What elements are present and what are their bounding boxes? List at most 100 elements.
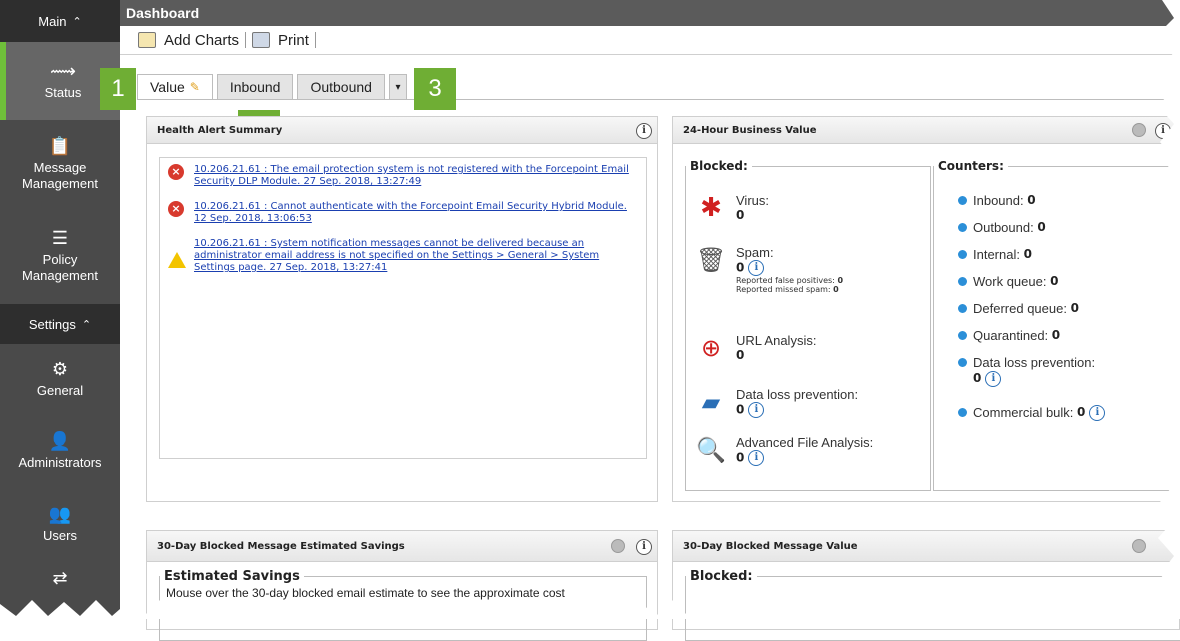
folder-lock-icon: ▰ [701, 388, 721, 416]
counter-value: 0 [1037, 220, 1046, 234]
alert-link[interactable]: 10.206.21.61 : Cannot authenticate with … [194, 201, 638, 225]
counter-value: 0 [1027, 193, 1036, 207]
file-search-icon: 🔍 [696, 436, 726, 464]
tab-outbound[interactable]: Outbound [297, 74, 385, 100]
sidebar-item-policy-management[interactable]: ☰ Policy Management [0, 208, 120, 304]
add-charts-label: Add Charts [164, 31, 240, 49]
info-icon[interactable]: i [748, 450, 765, 466]
counter-label: Outbound: [973, 220, 1034, 235]
gear-icon[interactable] [1132, 123, 1146, 137]
counter-label: Deferred queue: [973, 301, 1067, 316]
counter-item: Data loss prevention: 0 i [958, 355, 1095, 387]
info-icon[interactable]: i [985, 370, 1002, 387]
blocked-label: Virus: [736, 193, 769, 208]
info-icon[interactable]: i [748, 402, 765, 418]
sidebar-item-general[interactable]: ⚙ General [0, 344, 120, 414]
info-icon[interactable]: i [1089, 405, 1106, 421]
false-positives-label: Reported false positives: [736, 276, 835, 285]
bullet-icon [958, 331, 967, 340]
arrows-icon: ⇄ [52, 568, 68, 588]
counters-group: Counters: Inbound: 0 Outbound: 0 Interna… [933, 159, 1180, 491]
bullet-icon [958, 196, 967, 205]
counter-label: Work queue: [973, 274, 1047, 289]
panel-header: 30-Day Blocked Message Value [673, 531, 1179, 562]
warning-icon [168, 238, 186, 268]
blocked-value-legend: Blocked: [690, 569, 753, 584]
blocked-url-analysis: ⊕ URL Analysis: 0 [696, 333, 817, 363]
toolbar-divider [314, 32, 316, 48]
torn-edge-bottom [0, 600, 1180, 619]
blocked-label: Advanced File Analysis: [736, 435, 874, 450]
dashboard-tabs: Value ✎ Inbound Outbound ▾ [137, 74, 411, 100]
sidebar-item-label: Policy Management [22, 252, 98, 283]
error-icon: × [168, 201, 184, 217]
alert-link[interactable]: 10.206.21.61 : System notification messa… [194, 238, 638, 274]
print-button[interactable]: Print [246, 32, 315, 49]
counter-label: Commercial bulk: [973, 405, 1074, 420]
tab-more-button[interactable]: ▾ [388, 74, 407, 100]
counter-item: Outbound: 0 [958, 220, 1046, 235]
bullet-icon [958, 304, 967, 313]
clipboard-mail-icon: 📋 [48, 136, 72, 156]
tab-label: Outbound [310, 79, 372, 95]
tab-divider [137, 99, 1180, 100]
info-icon[interactable]: i [636, 539, 652, 555]
blocked-value: 0 [736, 208, 745, 222]
missed-spam-label: Reported missed spam: [736, 285, 831, 294]
alert-item: 10.206.21.61 : System notification messa… [168, 238, 638, 274]
panel-header: Health Alert Summary i [147, 117, 657, 144]
tab-label: Inbound [229, 79, 281, 95]
sidebar-main-label: Main [38, 13, 67, 29]
blocked-spam: 🗑 Spam: 0i Reported false positives: 0 R… [696, 245, 843, 294]
callout-3: 3 [414, 68, 456, 110]
sidebar-item-label: General [36, 383, 84, 398]
pencil-icon[interactable]: ✎ [190, 80, 200, 94]
bullet-icon [958, 277, 967, 286]
business-value-panel: 24-Hour Business Value i Blocked: ✱ Viru… [672, 116, 1180, 502]
chevron-down-icon: ▾ [395, 81, 401, 93]
info-icon[interactable]: i [748, 260, 765, 276]
sidebar-item-message-management[interactable]: 📋 Message Management [0, 120, 120, 208]
blocked-label: Data loss prevention: [736, 387, 859, 402]
counter-item: Commercial bulk: 0i [958, 405, 1106, 421]
bullet-icon [958, 250, 967, 259]
add-charts-button[interactable]: Add Charts [120, 32, 245, 49]
sidebar-item-users[interactable]: 👥 Users [0, 488, 120, 560]
tab-value[interactable]: Value ✎ [137, 74, 213, 100]
counter-item: Deferred queue: 0 [958, 301, 1079, 316]
gear-icon[interactable] [1132, 539, 1146, 553]
blocked-group: Blocked: ✱ Virus: 0 🗑 Spam: 0i Reported … [685, 159, 931, 491]
gear-icon[interactable] [611, 539, 625, 553]
gear-icon: ⚙ [51, 359, 69, 379]
add-chart-icon [138, 32, 156, 48]
sidebar-item-label: Status [44, 85, 82, 100]
alert-item: × 10.206.21.61 : The email protection sy… [168, 164, 638, 188]
sidebar-settings-header[interactable]: Settings ⌃ [0, 304, 120, 344]
counter-label: Data loss prevention: [973, 355, 1096, 370]
counters-legend: Counters: [938, 159, 1004, 173]
panel-title: 30-Day Blocked Message Estimated Savings [157, 540, 405, 552]
bullet-icon [958, 223, 967, 232]
panel-header: 30-Day Blocked Message Estimated Savings… [147, 531, 657, 562]
sidebar-item-administrators[interactable]: 👤 Administrators [0, 414, 120, 488]
page-title: Dashboard [126, 5, 200, 21]
blocked-value: 0 [736, 348, 745, 362]
panel-title: 30-Day Blocked Message Value [683, 540, 858, 552]
print-icon [252, 32, 271, 48]
sidebar-main-header[interactable]: Main ⌃ [0, 0, 120, 42]
counter-value: 0 [1077, 405, 1086, 419]
blocked-advanced-file-analysis: 🔍 Advanced File Analysis: 0i [696, 435, 873, 466]
sidebar-item-more[interactable]: ⇄ [0, 560, 120, 600]
alert-list: × 10.206.21.61 : The email protection sy… [159, 157, 647, 459]
alert-link[interactable]: 10.206.21.61 : The email protection syst… [194, 164, 638, 188]
panel-title: Health Alert Summary [157, 124, 283, 136]
chevron-up-icon: ⌃ [81, 318, 92, 331]
pulse-icon: ⟿ [50, 61, 76, 81]
tab-inbound[interactable]: Inbound [216, 74, 294, 100]
alert-item: × 10.206.21.61 : Cannot authenticate wit… [168, 201, 638, 225]
sidebar-item-label: Administrators [18, 455, 102, 470]
blocked-value: 0 [736, 402, 745, 417]
url-target-icon: ⊕ [700, 334, 722, 362]
info-icon[interactable]: i [636, 123, 652, 139]
list-edit-icon: ☰ [51, 228, 69, 248]
